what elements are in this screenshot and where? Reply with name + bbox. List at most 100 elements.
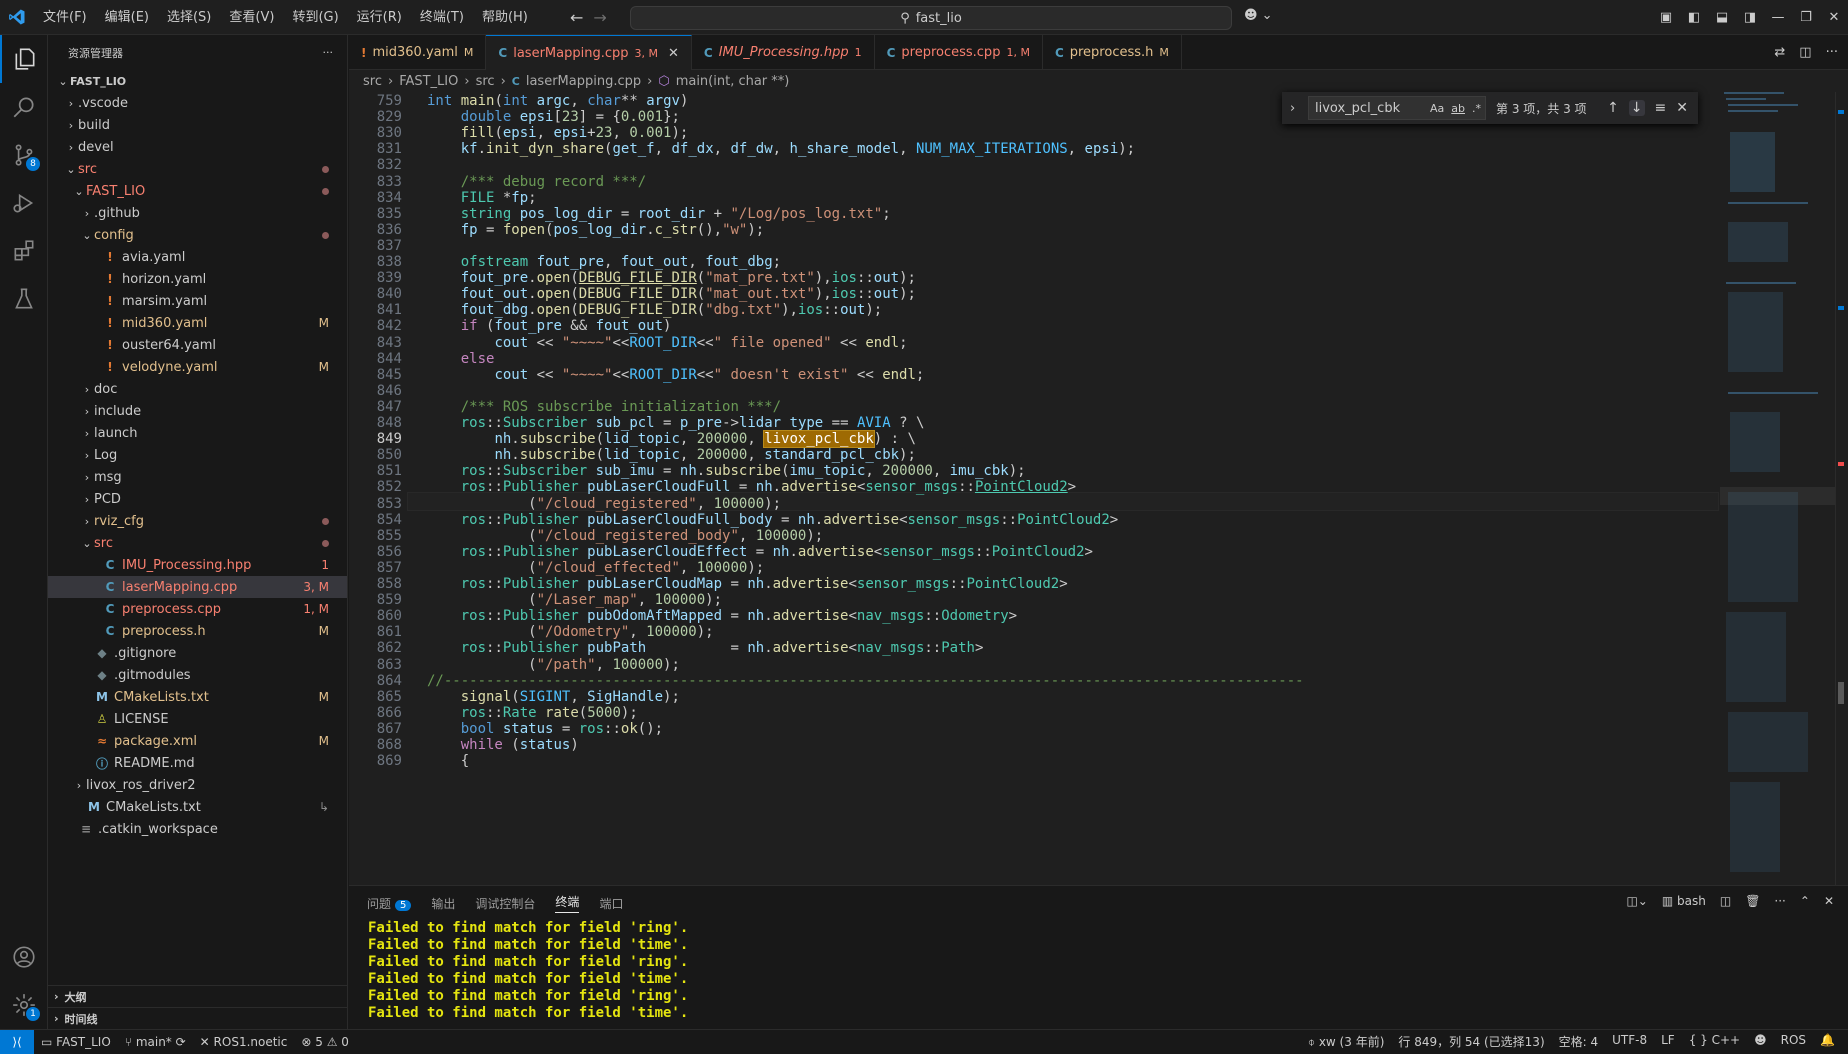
toggle-sidebar-icon[interactable]: ◧ xyxy=(1680,10,1708,25)
remote-indicator-icon[interactable]: ⟩⟨ xyxy=(0,1029,34,1054)
status-ros[interactable]: ✕ ROS1.noetic xyxy=(193,1035,295,1049)
tree-item[interactable]: ⌄ src xyxy=(48,158,347,180)
status-blame[interactable]: ⌽ xw (3 年前) xyxy=(1301,1033,1392,1050)
outline-section[interactable]: › 大纲 xyxy=(48,985,348,1007)
tree-item[interactable]: M CMakeLists.txt ↳ xyxy=(48,796,347,818)
regex-option[interactable]: .* xyxy=(1472,102,1481,115)
close-panel-icon[interactable]: ✕ xyxy=(1824,894,1834,908)
command-center-search[interactable]: ⚲ fast_lio xyxy=(630,6,1232,30)
breadcrumb-item[interactable]: main(int, char **) xyxy=(676,74,790,89)
editor-more-icon[interactable]: ··· xyxy=(1826,45,1838,60)
layout-customize-icon[interactable]: ▣ xyxy=(1652,10,1680,25)
tree-item[interactable]: ⌄ src xyxy=(48,532,347,554)
search-view-icon[interactable] xyxy=(0,83,48,131)
breadcrumb-item[interactable]: src xyxy=(363,74,382,89)
tree-item[interactable]: M CMakeLists.txt M xyxy=(48,686,347,708)
tree-item[interactable]: › .vscode xyxy=(48,92,347,114)
menu-item[interactable]: 文件(F) xyxy=(34,0,96,35)
kill-terminal-icon[interactable]: 🗑 xyxy=(1745,894,1760,908)
split-terminal-icon[interactable]: ◫ xyxy=(1720,894,1731,908)
manage-gear-icon[interactable]: 1 xyxy=(0,981,48,1029)
more-actions-icon[interactable]: ··· xyxy=(323,46,334,59)
panel-tab[interactable]: 输出 xyxy=(431,895,455,912)
source-control-icon[interactable]: 8 xyxy=(0,131,48,179)
tree-item[interactable]: › include xyxy=(48,400,347,422)
tree-item[interactable]: › PCD xyxy=(48,488,347,510)
close-tab-icon[interactable]: ✕ xyxy=(668,46,679,61)
tree-item[interactable]: › rviz_cfg xyxy=(48,510,347,532)
panel-tab[interactable]: 端口 xyxy=(599,895,623,912)
run-debug-icon[interactable] xyxy=(0,179,48,227)
status-folder[interactable]: ▭ FAST_LIO xyxy=(34,1035,118,1049)
editor-tab[interactable]: Cpreprocess.h M xyxy=(1043,35,1182,70)
tree-item[interactable]: › Log xyxy=(48,444,347,466)
tree-item[interactable]: ! avia.yaml xyxy=(48,246,347,268)
explorer-icon[interactable] xyxy=(0,35,48,83)
tree-item[interactable]: › .github xyxy=(48,202,347,224)
breadcrumb-item[interactable]: FAST_LIO xyxy=(399,74,458,89)
status-position[interactable]: 行 849，列 54 (已选择13) xyxy=(1391,1033,1551,1050)
tree-item[interactable]: Cpreprocess.cpp 1, M xyxy=(48,598,347,620)
panel-tab[interactable]: 问题 5 xyxy=(367,895,412,912)
tree-item[interactable]: ! mid360.yaml M xyxy=(48,312,347,334)
forward-arrow-icon[interactable]: → xyxy=(593,8,606,27)
menu-item[interactable]: 查看(V) xyxy=(220,0,283,35)
terminal-layout-icon[interactable]: ◫⌄ xyxy=(1626,894,1647,908)
breadcrumb-item[interactable]: laserMapping.cpp xyxy=(526,74,641,89)
back-arrow-icon[interactable]: ← xyxy=(570,8,583,27)
tree-item[interactable]: ! velodyne.yaml M xyxy=(48,356,347,378)
tree-item[interactable]: ! marsim.yaml xyxy=(48,290,347,312)
minimap[interactable] xyxy=(1720,92,1835,885)
menu-item[interactable]: 转到(G) xyxy=(283,0,347,35)
toggle-panel-icon[interactable]: ⬓ xyxy=(1708,10,1736,25)
tree-item[interactable]: ! ouster64.yaml xyxy=(48,334,347,356)
tree-item[interactable]: Cpreprocess.h M xyxy=(48,620,347,642)
tree-item[interactable]: C IMU_Processing.hpp 1 xyxy=(48,554,347,576)
find-in-selection-icon[interactable]: ≡ xyxy=(1655,100,1667,116)
next-match-icon[interactable]: ↓ xyxy=(1628,100,1645,116)
tree-item[interactable]: › doc xyxy=(48,378,347,400)
tree-item[interactable]: ⓘ README.md xyxy=(48,752,347,774)
match-whole-word-option[interactable]: ab xyxy=(1451,102,1465,115)
close-find-icon[interactable]: ✕ xyxy=(1676,100,1688,116)
compare-changes-icon[interactable]: ⇄ xyxy=(1774,45,1785,60)
editor-tab[interactable]: ! mid360.yaml M xyxy=(349,35,487,70)
tree-item[interactable]: ClaserMapping.cpp 3, M xyxy=(48,576,347,598)
toggle-secondary-sidebar-icon[interactable]: ◨ xyxy=(1736,10,1764,25)
editor-tab[interactable]: Cpreprocess.cpp 1, M xyxy=(875,35,1043,70)
tree-item[interactable]: ≡ .catkin_workspace xyxy=(48,818,347,840)
tree-item[interactable]: › launch xyxy=(48,422,347,444)
menu-item[interactable]: 选择(S) xyxy=(158,0,220,35)
status-problems[interactable]: ⊗ 5 ⚠ 0 xyxy=(294,1035,356,1049)
split-editor-icon[interactable]: ◫ xyxy=(1799,45,1811,60)
code-editor[interactable]: 759 int main(int argc, char** argv) 829 do… xyxy=(349,92,1848,885)
notifications-icon[interactable]: 🔔 xyxy=(1813,1033,1842,1050)
maximize-panel-icon[interactable]: ⌃ xyxy=(1800,894,1810,908)
menu-item[interactable]: 编辑(E) xyxy=(96,0,158,35)
panel-more-icon[interactable]: ··· xyxy=(1774,894,1785,908)
previous-match-icon[interactable]: ↑ xyxy=(1607,100,1619,116)
menu-item[interactable]: 终端(T) xyxy=(411,0,473,35)
status-branch[interactable]: ⑂ main* ⟳ xyxy=(118,1035,193,1049)
tree-item[interactable]: › devel xyxy=(48,136,347,158)
testing-icon[interactable] xyxy=(0,275,48,323)
tree-item[interactable]: › build xyxy=(48,114,347,136)
menu-item[interactable]: 运行(R) xyxy=(348,0,411,35)
find-input[interactable]: livox_pcl_cbk Aa ab .* xyxy=(1308,96,1486,120)
match-case-option[interactable]: Aa xyxy=(1430,102,1444,115)
account-icon[interactable] xyxy=(0,933,48,981)
menu-item[interactable]: 帮助(H) xyxy=(473,0,537,35)
editor-scrollbar[interactable] xyxy=(1835,92,1848,885)
status-language[interactable]: { } C++ xyxy=(1682,1033,1747,1050)
terminal-shell[interactable]: ▥ bash xyxy=(1662,894,1706,908)
status-spaces[interactable]: 空格: 4 xyxy=(1552,1033,1606,1050)
tree-item[interactable]: ≈ package.xml M xyxy=(48,730,347,752)
tree-item[interactable]: › msg xyxy=(48,466,347,488)
tree-item[interactable]: ◆ .gitmodules xyxy=(48,664,347,686)
extensions-icon[interactable] xyxy=(0,227,48,275)
tree-item[interactable]: ◆ .gitignore xyxy=(48,642,347,664)
scroll-thumb[interactable] xyxy=(1838,682,1844,704)
copilot-status-icon[interactable]: ☻ xyxy=(1747,1033,1774,1050)
breadcrumb-item[interactable]: src xyxy=(476,74,495,89)
editor-tab[interactable]: C IMU_Processing.hpp 1 xyxy=(692,35,875,70)
